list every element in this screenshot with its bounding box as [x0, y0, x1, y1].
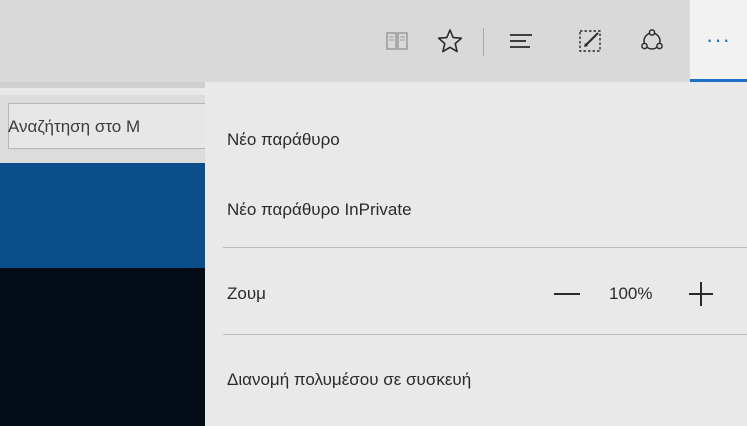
favorite-star-icon[interactable]: [429, 20, 471, 62]
more-actions-icon: ···: [706, 27, 731, 52]
menu-divider: [223, 247, 747, 248]
page-dark-section: [0, 268, 205, 426]
menu-item-cast-media[interactable]: Διανομή πολυμέσου σε συσκευή: [205, 350, 747, 410]
menu-item-new-window[interactable]: Νέο παράθυρο: [205, 110, 747, 170]
toolbar-separator: [483, 28, 484, 56]
page-blue-banner: [0, 163, 205, 268]
browser-toolbar: ···: [0, 0, 747, 82]
menu-divider: [223, 334, 747, 335]
zoom-out-button[interactable]: [549, 282, 585, 306]
menu-item-new-inprivate-window[interactable]: Νέο παράθυρο InPrivate: [205, 180, 747, 240]
menu-item-zoom: Ζουμ 100%: [205, 264, 747, 324]
more-actions-menu: Νέο παράθυρο Νέο παράθυρο InPrivate Ζουμ…: [205, 82, 747, 426]
zoom-value: 100%: [609, 284, 653, 303]
reading-view-icon[interactable]: [376, 20, 418, 62]
share-icon[interactable]: [631, 20, 673, 62]
menu-item-label: Νέο παράθυρο InPrivate: [227, 200, 412, 219]
search-placeholder: Αναζήτηση στο Μ: [8, 117, 141, 136]
minus-icon: [554, 293, 580, 295]
hub-icon[interactable]: [500, 20, 542, 62]
toolbar-shadow: [0, 82, 205, 88]
more-actions-button[interactable]: ···: [690, 0, 747, 82]
menu-item-label: Διανομή πολυμέσου σε συσκευή: [227, 370, 472, 389]
menu-item-label: Νέο παράθυρο: [227, 130, 340, 149]
zoom-in-button[interactable]: [687, 280, 715, 308]
web-note-icon[interactable]: [569, 20, 611, 62]
zoom-label: Ζουμ: [227, 284, 266, 303]
page-search-box[interactable]: Αναζήτηση στο Μ: [0, 95, 205, 163]
